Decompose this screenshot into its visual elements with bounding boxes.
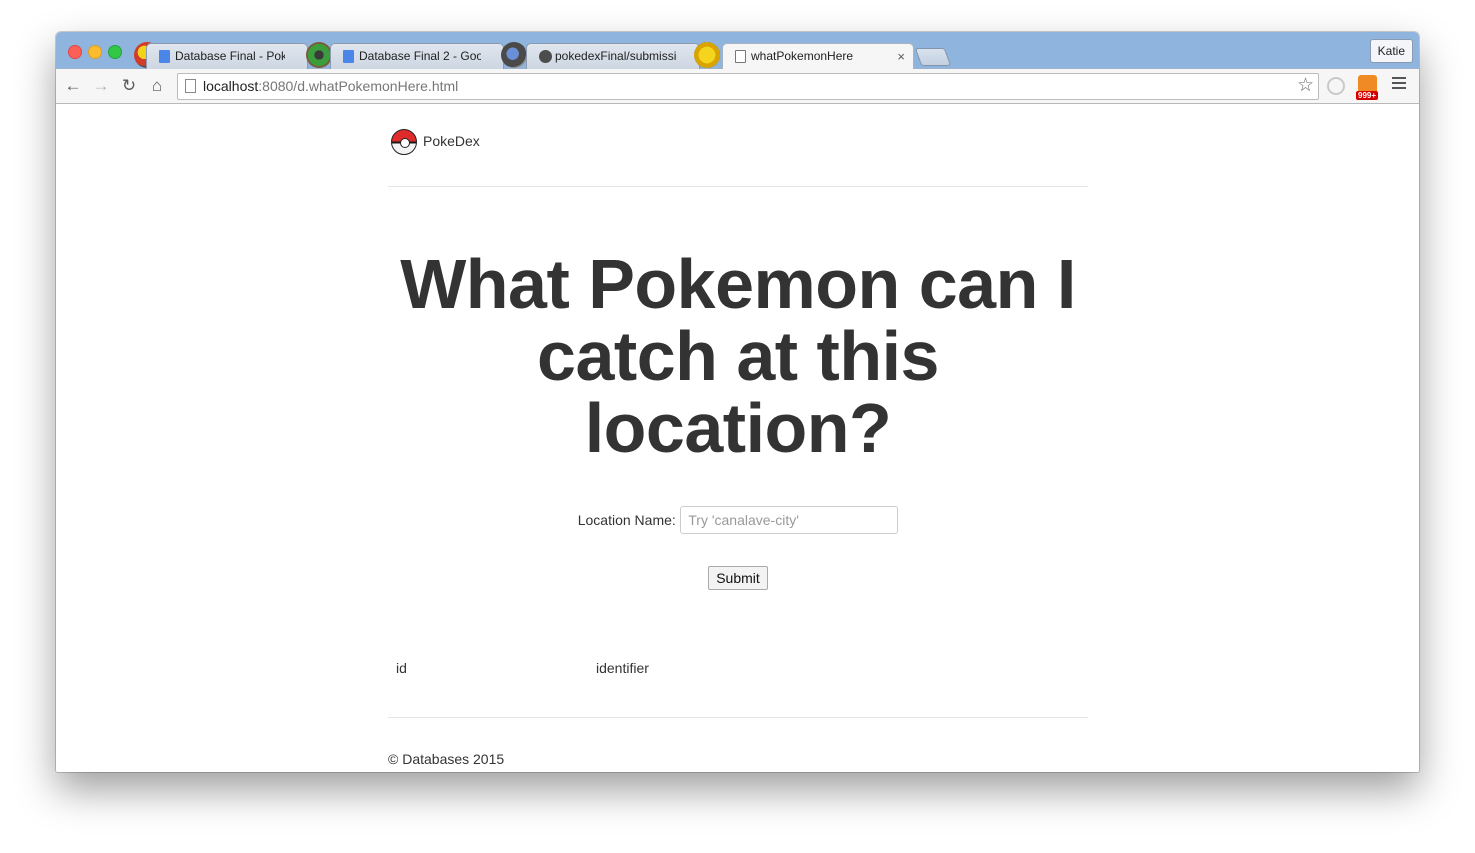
submit-row: Submit (388, 566, 1088, 590)
site-header: PokeDex (388, 126, 1088, 187)
footer-text: © Databases 2015 (388, 751, 505, 767)
location-label: Location Name: (577, 512, 676, 528)
pokemon-sprite-icon (306, 42, 332, 68)
location-input[interactable] (680, 506, 899, 534)
pokemon-sprite-icon (501, 42, 527, 68)
pokemon-sprite-icon (694, 42, 720, 68)
column-header-id: id (396, 660, 407, 676)
pokeball-logo-icon[interactable] (391, 129, 417, 155)
page-content: PokeDex What Pokemon can I catch at this… (56, 104, 1419, 772)
column-header-identifier: identifier (596, 660, 649, 676)
address-bar[interactable]: localhost:8080/d.whatPokemonHere.html ☆ (177, 73, 1319, 100)
google-docs-icon (343, 50, 354, 63)
hamburger-menu-icon[interactable] (1392, 77, 1406, 92)
extension-icon[interactable] (1327, 77, 1345, 95)
google-docs-icon (159, 50, 170, 63)
page-icon (185, 79, 196, 93)
url-host: localhost (203, 78, 259, 94)
page-icon (735, 50, 746, 63)
location-form: Location Name: (388, 506, 1088, 534)
tab-label: pokedexFinal/submission (555, 49, 677, 63)
url-path: :8080/d.whatPokemonHere.html (258, 78, 459, 94)
close-window-button[interactable] (68, 45, 82, 59)
reload-icon[interactable]: ↻ (119, 76, 139, 96)
minimize-window-button[interactable] (88, 45, 102, 59)
tab-strip: Database Final - Pokemon Database Final … (56, 32, 1419, 69)
rss-count-badge: 999+ (1356, 91, 1379, 100)
zoom-window-button[interactable] (108, 45, 122, 59)
tab-pokedex-submission[interactable]: pokedexFinal/submission (526, 43, 700, 69)
bookmark-star-icon[interactable]: ☆ (1297, 75, 1314, 97)
browser-window: Database Final - Pokemon Database Final … (56, 32, 1419, 772)
github-icon (539, 50, 552, 63)
brand-name[interactable]: PokeDex (423, 133, 480, 149)
tab-close-icon[interactable]: × (897, 44, 905, 69)
page-title: What Pokemon can I catch at this locatio… (400, 245, 1076, 467)
forward-arrow-icon[interactable]: → (91, 76, 111, 96)
tab-label: Database Final - Pokemon (175, 49, 285, 63)
tab-label: whatPokemonHere (751, 49, 854, 63)
profile-button[interactable]: Katie (1369, 39, 1413, 63)
tab-database-final-pokemon[interactable]: Database Final - Pokemon (146, 43, 308, 69)
back-arrow-icon[interactable]: ← (63, 76, 83, 96)
submit-button[interactable]: Submit (708, 566, 768, 590)
footer-divider (388, 717, 1088, 718)
url-text[interactable]: localhost:8080/d.whatPokemonHere.html (203, 74, 458, 99)
new-tab-button[interactable] (914, 48, 952, 66)
browser-toolbar: ← → ↻ ⌂ localhost:8080/d.whatPokemonHere… (56, 69, 1419, 104)
tab-database-final-2[interactable]: Database Final 2 - Google (330, 43, 504, 69)
tab-label: Database Final 2 - Google (359, 49, 481, 63)
tab-what-pokemon-here[interactable]: whatPokemonHere × (722, 43, 914, 69)
home-icon[interactable]: ⌂ (147, 76, 167, 96)
